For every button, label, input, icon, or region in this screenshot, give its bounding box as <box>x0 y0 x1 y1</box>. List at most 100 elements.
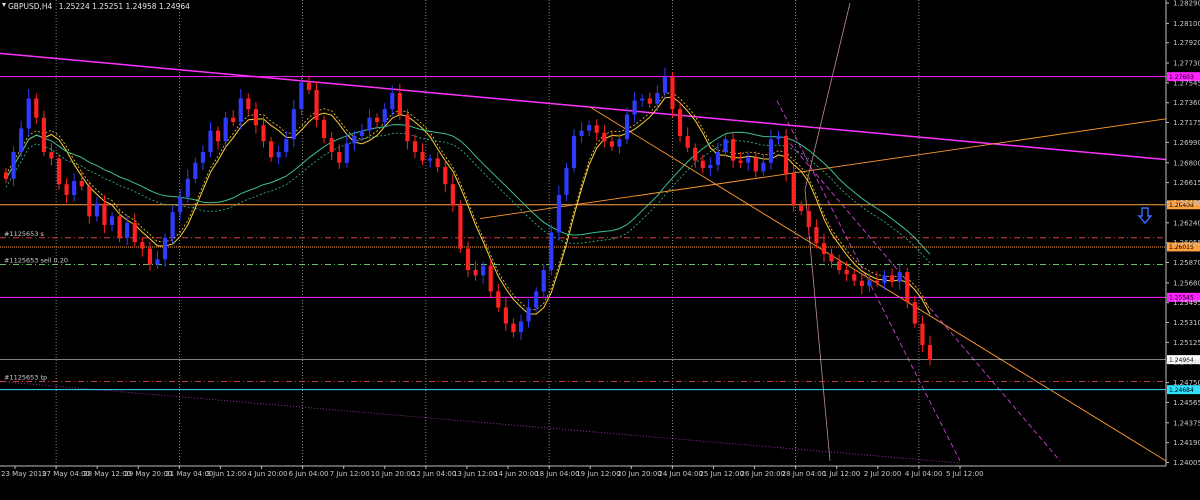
candle-body <box>185 178 190 198</box>
price-tick-label: 1.26615 <box>1173 179 1200 187</box>
candle <box>791 164 796 212</box>
time-axis: 23 May 201927 May 04:0028 May 12:0029 Ma… <box>1 466 984 478</box>
candle-body <box>534 291 539 308</box>
time-tick-label: 5 Jul 12:00 <box>946 470 984 478</box>
trendline-objects[interactable] <box>0 2 1167 464</box>
candle-body <box>473 269 478 276</box>
slow-moving-average <box>5 124 931 255</box>
candle-body <box>571 135 577 169</box>
candle <box>162 233 168 267</box>
candle <box>49 143 54 166</box>
candle <box>215 126 221 150</box>
candle-body <box>155 259 160 265</box>
price-tick-label: 1.27730 <box>1173 60 1200 68</box>
time-tick-label: 18 Jun 04:00 <box>535 470 579 478</box>
candle-body <box>912 302 917 324</box>
candle <box>655 85 660 111</box>
candle-body <box>867 280 872 287</box>
candle-body <box>458 205 463 249</box>
candle <box>253 102 259 134</box>
time-tick-label: 25 Jun 12:00 <box>699 470 743 478</box>
price-tick-label: 1.25125 <box>1173 339 1200 347</box>
candle-body <box>26 98 31 129</box>
trendline[interactable] <box>789 143 1061 462</box>
order-line-label: #1125653 tp <box>4 374 47 382</box>
candle <box>170 206 175 244</box>
candle <box>412 134 418 159</box>
time-tick-label: 2 Jul 20:00 <box>864 470 902 478</box>
candle-body <box>640 98 645 101</box>
candle-body <box>746 157 751 163</box>
price-tick-label: 1.25870 <box>1173 259 1200 267</box>
candle <box>730 132 736 168</box>
candle <box>859 274 864 295</box>
time-tick-label: 13 Jun 12:00 <box>453 470 497 478</box>
candle-body <box>102 203 107 225</box>
candle-body <box>382 109 387 123</box>
trendline[interactable] <box>0 52 1167 161</box>
candle <box>64 178 69 204</box>
time-tick-label: 28 Jun 04:00 <box>782 470 826 478</box>
candle <box>685 127 690 153</box>
candle-body <box>927 345 933 361</box>
candle <box>526 298 531 328</box>
candle <box>761 155 766 176</box>
candle-body <box>806 211 811 228</box>
candle <box>276 146 281 165</box>
candle-body <box>730 139 736 161</box>
horizontal-levels[interactable]: 1.276031.264081.260151.255451.249641.246… <box>0 72 1200 395</box>
candle-body <box>291 109 296 140</box>
candle <box>26 88 31 137</box>
time-tick-label: 4 Jun 20:00 <box>248 470 288 478</box>
time-tick-label: 12 Jun 04:00 <box>412 470 456 478</box>
trendline[interactable] <box>589 106 1167 462</box>
candle-body <box>518 321 524 333</box>
price-tick-label: 1.25495 <box>1173 299 1200 307</box>
order-line-label: #1125653 s <box>4 230 44 238</box>
candle <box>496 283 501 312</box>
time-tick-label: 23 May 2019 <box>1 470 47 478</box>
price-chart-canvas[interactable]: 1.276031.264081.260151.255451.249641.246… <box>0 0 1200 500</box>
candle <box>299 77 304 116</box>
candle-body <box>821 243 827 254</box>
candle <box>549 224 554 276</box>
candle-body <box>450 184 455 206</box>
candle-body <box>859 280 864 287</box>
candle <box>155 250 160 269</box>
candle-body <box>481 265 486 276</box>
candle-body <box>314 89 319 120</box>
candle-body <box>79 180 84 187</box>
candle <box>284 131 289 158</box>
symbol-timeframe: GBPUSD,H4 <box>8 2 53 11</box>
candle-body <box>215 130 221 142</box>
candle <box>799 201 804 216</box>
candle <box>375 113 380 129</box>
candle-body <box>337 152 342 163</box>
candle-body <box>19 128 24 153</box>
candle <box>518 314 524 341</box>
candle <box>109 212 115 232</box>
candle-body <box>359 130 365 136</box>
down-arrow-icon[interactable] <box>1137 207 1153 225</box>
candle-body <box>814 227 819 244</box>
candle-body <box>882 275 887 283</box>
candle <box>19 120 24 158</box>
candle <box>594 119 599 141</box>
time-tick-label: 3 Jun 12:00 <box>206 470 246 478</box>
candle <box>246 93 251 115</box>
candle-body <box>94 203 99 217</box>
candle <box>291 99 296 148</box>
candle <box>200 145 206 170</box>
candle <box>890 268 895 288</box>
candle <box>405 109 410 150</box>
candle <box>927 335 933 366</box>
candle <box>428 154 433 168</box>
candle-body <box>132 222 137 243</box>
chart-dropdown-icon[interactable] <box>2 3 6 7</box>
candle-body <box>837 261 842 270</box>
candle <box>587 120 592 136</box>
trading-chart[interactable]: 1.27603 1.26408 1.26015 1.25545 1.24964 1.246… <box>0 0 1200 500</box>
price-tick-label: 1.24565 <box>1173 399 1200 407</box>
candle <box>344 134 349 168</box>
trendline[interactable] <box>0 381 961 464</box>
